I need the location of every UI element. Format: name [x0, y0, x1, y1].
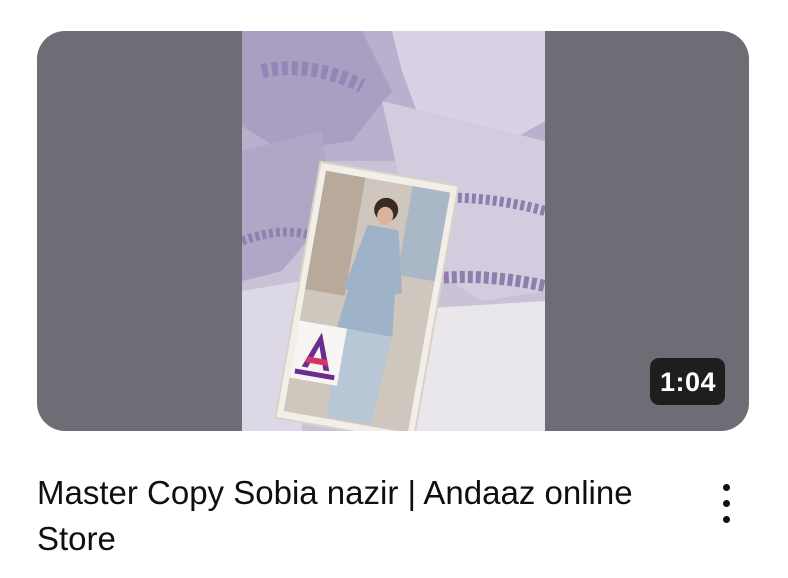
- thumbnail-frame-image: [242, 31, 545, 431]
- video-card: 1:04 Master Copy Sobia nazir | Andaaz on…: [0, 0, 788, 578]
- video-thumbnail[interactable]: 1:04: [37, 31, 749, 431]
- video-title[interactable]: Master Copy Sobia nazir | Andaaz online …: [37, 470, 657, 562]
- more-vert-icon: [722, 483, 730, 491]
- more-actions-button[interactable]: [706, 474, 746, 532]
- duration-badge: 1:04: [649, 358, 725, 405]
